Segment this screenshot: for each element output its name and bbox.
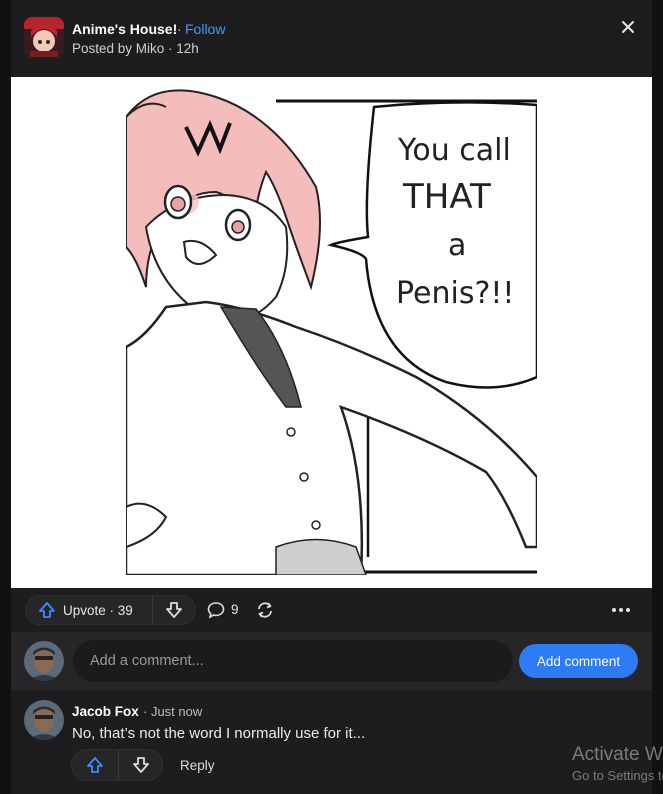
post-action-bar: Upvote · 39 9 [11, 588, 652, 632]
comment-timestamp: · Just now [143, 704, 203, 719]
comment-count: 9 [231, 602, 239, 617]
comment-author[interactable]: Jacob Fox [72, 704, 139, 719]
upvote-arrow-icon [39, 602, 55, 618]
add-comment-button[interactable]: Add comment [519, 644, 638, 678]
comment-downvote-button[interactable] [119, 750, 163, 780]
upvote-button[interactable]: Upvote · 39 [26, 596, 152, 624]
comment-input[interactable] [73, 640, 513, 682]
downvote-arrow-icon [133, 757, 149, 773]
speech-line-3: a [448, 228, 466, 263]
user-avatar[interactable] [24, 641, 64, 681]
comment-upvote-button[interactable] [72, 750, 118, 780]
share-reshare-icon[interactable] [255, 600, 275, 620]
comment-composer: Add comment [11, 632, 652, 690]
close-icon[interactable] [618, 17, 638, 37]
reply-button[interactable]: Reply [180, 758, 215, 773]
space-avatar[interactable] [24, 17, 64, 57]
downvote-arrow-icon [166, 602, 182, 618]
post-image[interactable]: You call THAT a Penis?!! [11, 77, 652, 588]
upvote-count-label: Upvote · 39 [63, 603, 133, 618]
commenter-avatar[interactable] [24, 700, 64, 740]
comments-button[interactable]: 9 [207, 601, 247, 621]
comment-item: Jacob Fox · Just now No, that’s not the … [11, 690, 652, 794]
upvote-arrow-icon [87, 757, 103, 773]
more-dots-icon[interactable] [609, 600, 633, 620]
comment-text: No, that’s not the word I normally use f… [72, 725, 366, 742]
follow-link[interactable]: Follow [185, 21, 225, 37]
separator-dot: · [177, 21, 182, 37]
vote-pill: Upvote · 39 [25, 595, 196, 625]
speech-line-2: THAT [402, 177, 491, 217]
speech-line-1: You call [397, 133, 511, 168]
comment-bubble-icon [207, 602, 225, 619]
posted-by-meta: Posted by Miko · 12h [72, 41, 199, 56]
post-modal: Anime's House! · Follow Posted by Miko ·… [11, 0, 652, 794]
manga-panel-illustration: You call THAT a Penis?!! [126, 77, 537, 575]
space-name[interactable]: Anime's House! [72, 21, 177, 37]
speech-line-4: Penis?!! [396, 276, 514, 311]
comment-vote-pill [71, 749, 163, 781]
post-header: Anime's House! · Follow Posted by Miko ·… [11, 0, 652, 77]
downvote-button[interactable] [153, 596, 195, 624]
